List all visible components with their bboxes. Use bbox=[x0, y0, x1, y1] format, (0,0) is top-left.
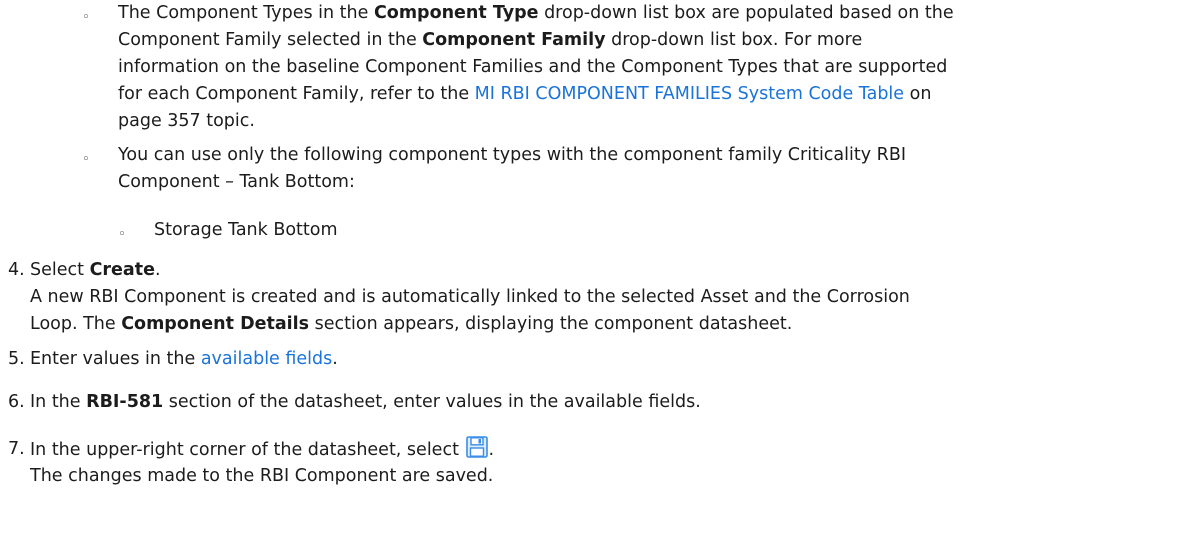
bullet-marker: ◦ bbox=[82, 152, 90, 167]
step4-line3: Loop. The Component Details section appe… bbox=[30, 314, 793, 334]
step7-line1: In the upper-right corner of the datashe… bbox=[30, 436, 494, 464]
bullet2-line2: Component – Tank Bottom: bbox=[118, 172, 355, 192]
bullet-marker: ◦ bbox=[118, 227, 126, 242]
step4-line2: A new RBI Component is created and is au… bbox=[30, 287, 910, 307]
document-page: ◦ The Component Types in the Component T… bbox=[0, 0, 1190, 550]
available-fields-link[interactable]: available fields bbox=[201, 349, 332, 369]
step5-line1: Enter values in the available fields. bbox=[30, 349, 338, 369]
step6-number: 6. bbox=[8, 392, 25, 412]
bullet-marker: ◦ bbox=[82, 10, 90, 25]
step7-line2: The changes made to the RBI Component ar… bbox=[30, 466, 494, 486]
bullet1-line5: page 357 topic. bbox=[118, 111, 255, 131]
step5-number: 5. bbox=[8, 349, 25, 369]
step7-number: 7. bbox=[8, 439, 25, 459]
step4-line1: Select Create. bbox=[30, 260, 161, 280]
save-icon[interactable] bbox=[465, 436, 488, 458]
component-families-link[interactable]: MI RBI COMPONENT FAMILIES System Code Ta… bbox=[475, 84, 904, 104]
bullet1-line4: for each Component Family, refer to the … bbox=[118, 84, 932, 104]
bullet3-line1: Storage Tank Bottom bbox=[154, 220, 338, 240]
bullet2-line1: You can use only the following component… bbox=[118, 145, 906, 165]
bullet1-line2: Component Family selected in the Compone… bbox=[118, 30, 863, 50]
bullet1-line1: The Component Types in the Component Typ… bbox=[118, 3, 954, 23]
step4-number: 4. bbox=[8, 260, 25, 280]
step6-line1: In the RBI-581 section of the datasheet,… bbox=[30, 392, 701, 412]
bullet1-line3: information on the baseline Component Fa… bbox=[118, 57, 948, 77]
